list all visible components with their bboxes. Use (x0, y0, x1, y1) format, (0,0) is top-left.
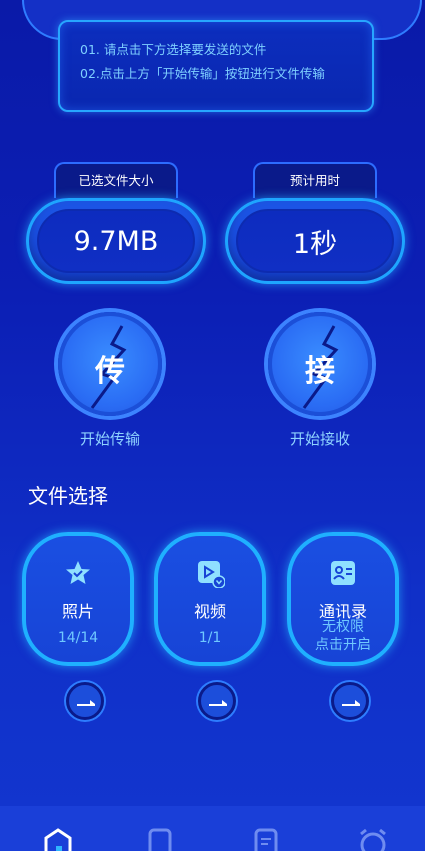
start-send-button[interactable]: 传 开始传输 (55, 312, 165, 449)
contacts-select-button[interactable] (331, 682, 369, 720)
estimated-time-pill: 1秒 (225, 198, 405, 284)
receive-glyph: 接 (305, 354, 335, 389)
contacts-permission-line-1: 无权限 (322, 619, 364, 635)
arrow-right-icon (342, 700, 360, 706)
contacts-permission-line-2[interactable]: 点击开启 (291, 636, 395, 654)
videos-select-button[interactable] (198, 682, 236, 720)
selected-size-value: 9.7MB (37, 209, 195, 273)
selected-size-pill: 9.7MB (26, 198, 206, 284)
bottom-navigation (0, 806, 425, 851)
file-selection-title: 文件选择 (28, 484, 108, 508)
home-icon[interactable] (44, 828, 72, 851)
file-card-videos-count: 1/1 (198, 630, 222, 646)
receive-label[interactable]: 开始接收 (265, 428, 375, 449)
file-card-videos-name: 视频 (193, 602, 226, 621)
clock-icon[interactable] (358, 828, 386, 851)
contacts-permission-status[interactable]: 无权限 点击开启 (291, 618, 395, 654)
send-circle[interactable]: 传 (58, 312, 162, 416)
phone-icon[interactable] (147, 828, 175, 851)
document-icon[interactable] (254, 828, 282, 851)
receive-circle[interactable]: 接 (268, 312, 372, 416)
send-glyph: 传 (95, 354, 125, 389)
contacts-icon (330, 560, 356, 586)
selected-size-label: 已选文件大小 (54, 162, 178, 198)
estimated-time-label: 预计用时 (253, 162, 377, 198)
instructions-panel: 01. 请点击下方选择要发送的文件 02.点击上方「开始传输」按钮进行文件传输 (58, 20, 374, 112)
file-card-videos[interactable]: 视频 1/1 (154, 532, 266, 666)
photos-select-button[interactable] (66, 682, 104, 720)
arrow-right-icon (209, 700, 227, 706)
file-card-photos-name: 照片 (61, 602, 94, 621)
file-card-photos-count: 14/14 (57, 630, 99, 646)
start-receive-button[interactable]: 接 开始接收 (265, 312, 375, 449)
send-label[interactable]: 开始传输 (55, 428, 165, 449)
star-icon (65, 560, 91, 586)
video-icon (197, 560, 226, 589)
instruction-line-2: 02.点击上方「开始传输」按钮进行文件传输 (80, 66, 325, 81)
file-card-contacts[interactable]: 通讯录 无权限 点击开启 (287, 532, 399, 666)
file-card-photos[interactable]: 照片 14/14 (22, 532, 134, 666)
instruction-line-1: 01. 请点击下方选择要发送的文件 (80, 42, 267, 57)
estimated-time-value: 1秒 (236, 209, 394, 273)
arrow-right-icon (77, 700, 95, 706)
